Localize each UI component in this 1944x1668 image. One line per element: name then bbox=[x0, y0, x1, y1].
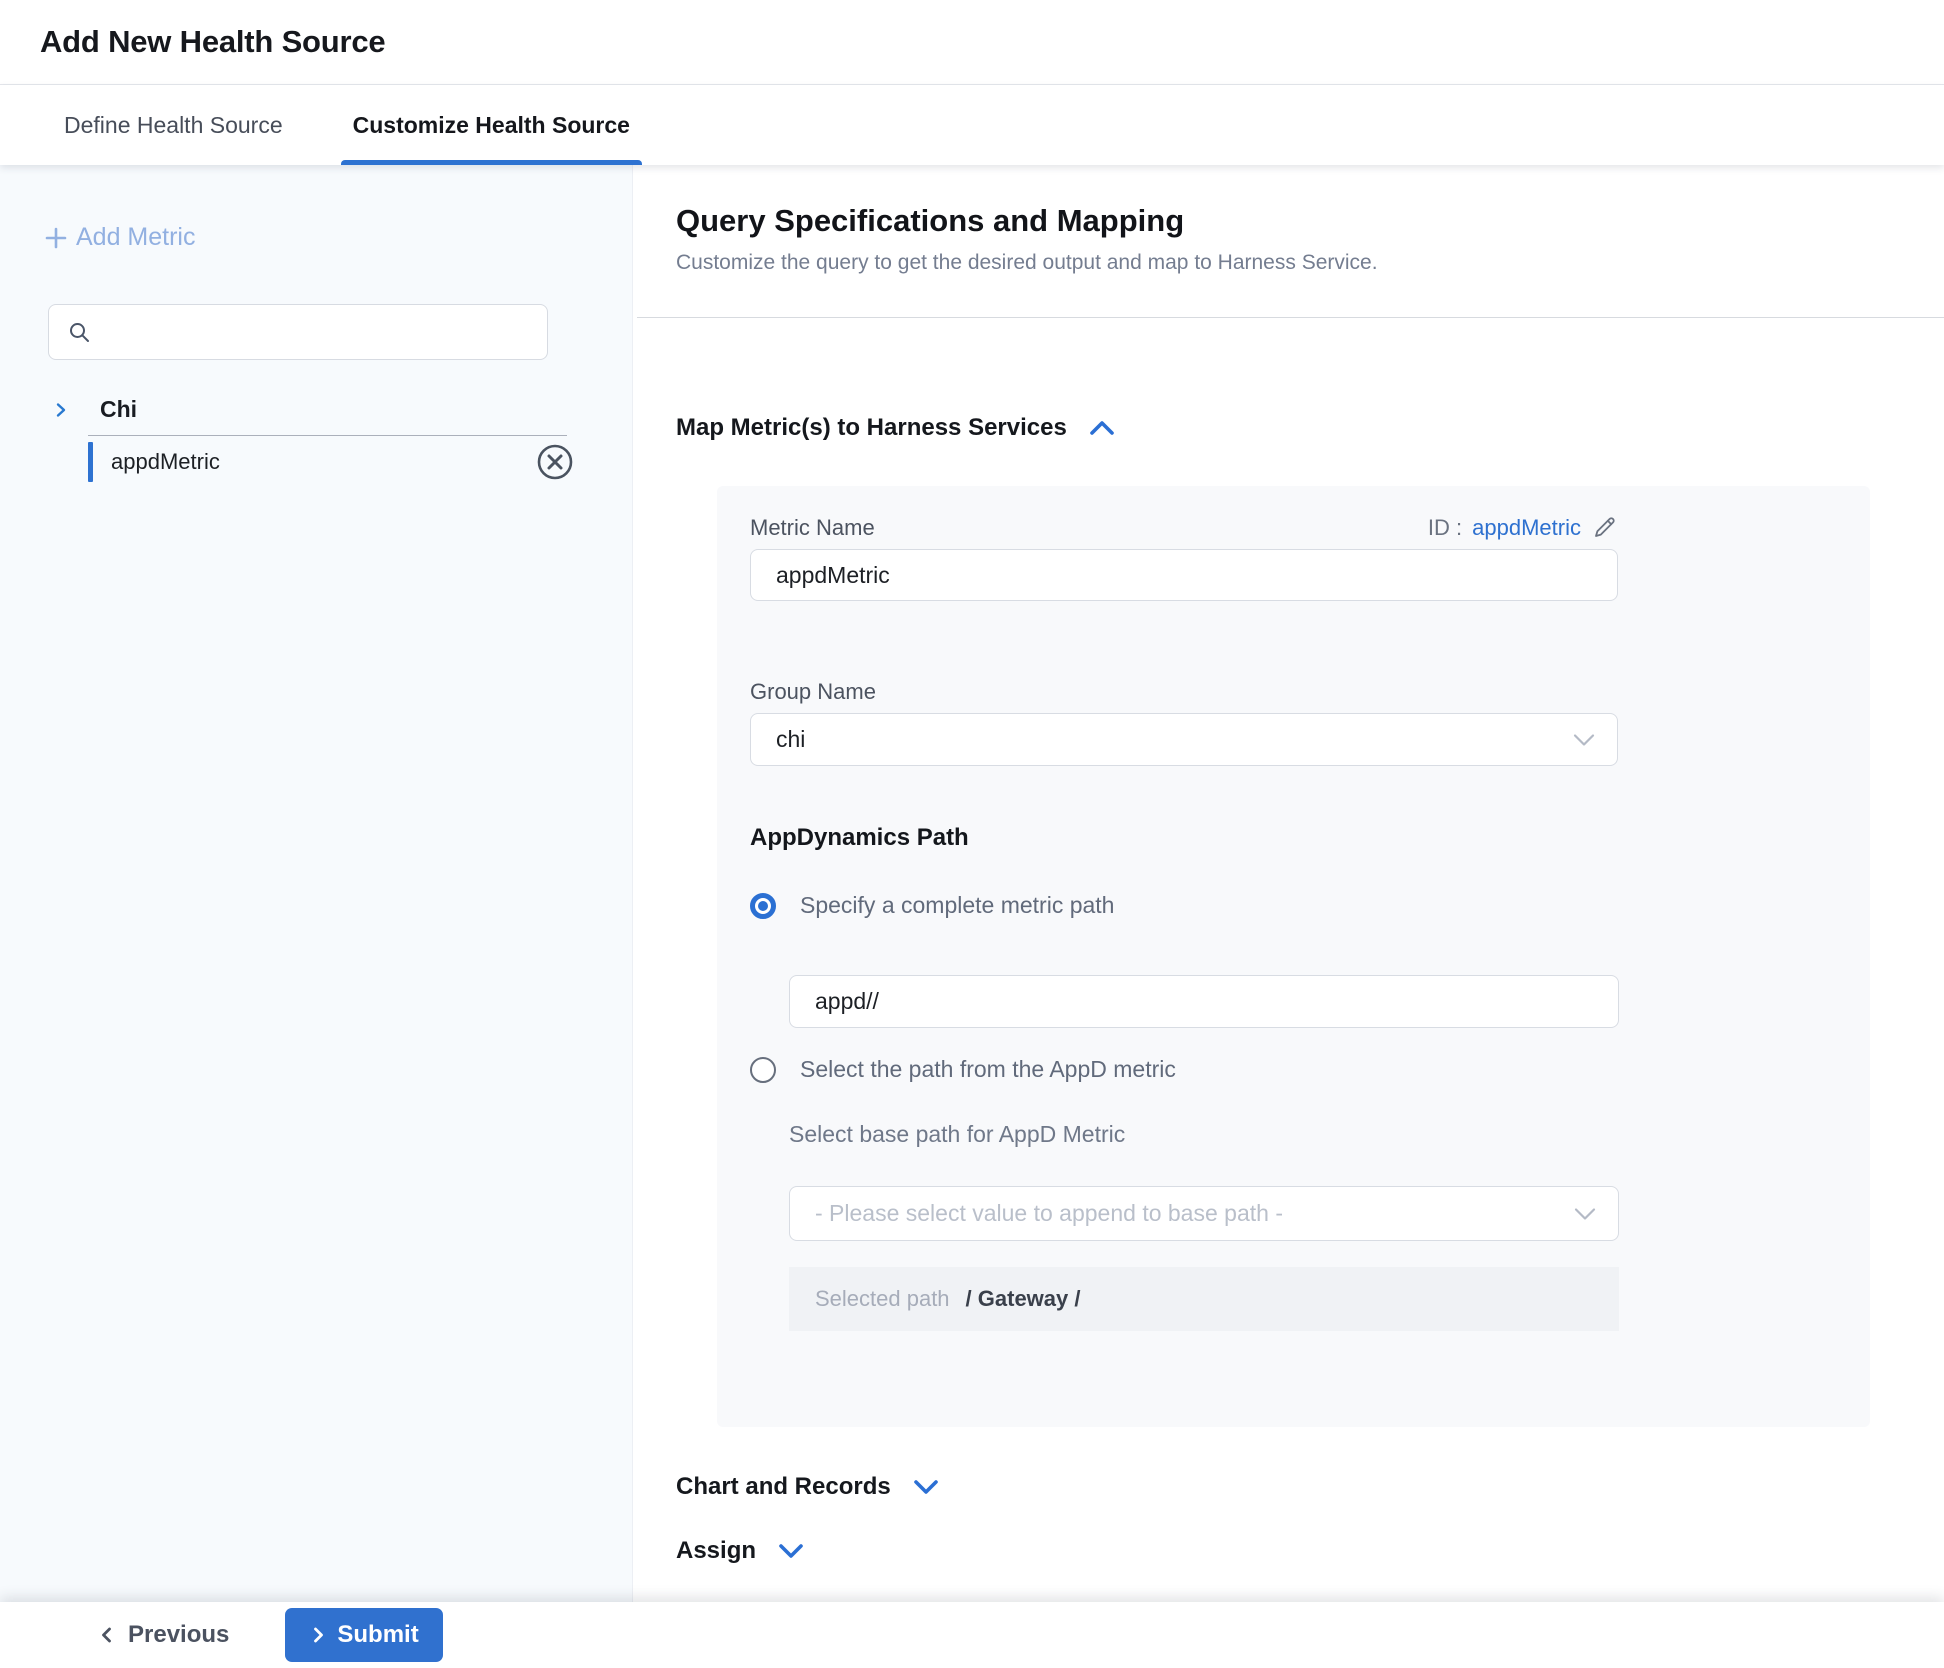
group-divider bbox=[88, 435, 567, 436]
base-path-select[interactable]: - Please select value to append to base … bbox=[789, 1186, 1619, 1241]
tab-define-health-source[interactable]: Define Health Source bbox=[52, 85, 295, 165]
add-metric-label: Add Metric bbox=[76, 223, 195, 252]
map-metrics-section-title: Map Metric(s) to Harness Services bbox=[676, 414, 1067, 442]
assign-section-header[interactable]: Assign bbox=[676, 1537, 1944, 1565]
query-specifications-panel: Query Specifications and Mapping Customi… bbox=[633, 165, 1944, 1602]
appdynamics-path-title: AppDynamics Path bbox=[750, 824, 1870, 852]
metric-id-group: ID : appdMetric bbox=[1428, 514, 1618, 541]
metrics-sidebar: Add Metric Chi appdMetric bbox=[0, 165, 633, 1602]
edit-id-button[interactable] bbox=[1591, 514, 1618, 541]
page-title: Add New Health Source bbox=[40, 24, 385, 60]
submit-button[interactable]: Submit bbox=[285, 1608, 442, 1662]
selected-path-row: Selected path / Gateway / bbox=[789, 1267, 1619, 1331]
radio-unselected-icon[interactable] bbox=[750, 1057, 776, 1083]
group-name-label: Group Name bbox=[750, 679, 1870, 705]
assign-title: Assign bbox=[676, 1537, 756, 1565]
submit-label: Submit bbox=[337, 1621, 418, 1649]
metric-list-item-appdmetric[interactable]: appdMetric bbox=[88, 438, 575, 486]
chevron-right-icon bbox=[309, 1626, 327, 1644]
map-metrics-section-header[interactable]: Map Metric(s) to Harness Services bbox=[676, 414, 1944, 442]
section-divider bbox=[637, 317, 1944, 318]
base-path-label: Select base path for AppD Metric bbox=[789, 1121, 1870, 1148]
active-tab-underline bbox=[341, 160, 642, 165]
add-health-source-dialog: Add New Health Source Define Health Sour… bbox=[0, 0, 1944, 1668]
chart-and-records-section-header[interactable]: Chart and Records bbox=[676, 1473, 1944, 1501]
search-input[interactable] bbox=[103, 318, 531, 346]
remove-metric-button[interactable] bbox=[535, 442, 575, 482]
chevron-down-icon bbox=[1573, 733, 1595, 747]
radio-complete-metric-path[interactable]: Specify a complete metric path bbox=[750, 892, 1870, 919]
tab-bar: Define Health Source Customize Health So… bbox=[0, 85, 1944, 165]
metric-name-input[interactable] bbox=[750, 549, 1618, 601]
metric-id-link[interactable]: appdMetric bbox=[1472, 515, 1581, 541]
metric-search[interactable] bbox=[48, 304, 548, 360]
remove-icon bbox=[535, 442, 575, 482]
dialog-body: Add Metric Chi appdMetric Query Specific… bbox=[0, 165, 1944, 1602]
tab-label: Customize Health Source bbox=[353, 112, 630, 139]
selected-path-value: / Gateway / bbox=[966, 1286, 1081, 1312]
radio-select-path-label: Select the path from the AppD metric bbox=[800, 1056, 1176, 1083]
chevron-up-icon[interactable] bbox=[1089, 420, 1115, 436]
chevron-down-icon[interactable] bbox=[913, 1479, 939, 1495]
selected-path-label: Selected path bbox=[815, 1286, 950, 1312]
sidebar-group-chi[interactable]: Chi bbox=[52, 396, 632, 423]
metric-item-label: appdMetric bbox=[111, 449, 535, 475]
add-metric-button[interactable]: Add Metric bbox=[43, 223, 195, 252]
previous-button[interactable]: Previous bbox=[98, 1621, 229, 1649]
chart-and-records-title: Chart and Records bbox=[676, 1473, 891, 1501]
selected-metric-indicator bbox=[88, 442, 93, 482]
base-path-placeholder: - Please select value to append to base … bbox=[815, 1200, 1283, 1227]
tab-label: Define Health Source bbox=[64, 112, 283, 139]
complete-metric-path-input[interactable] bbox=[789, 975, 1619, 1028]
section-subtitle: Customize the query to get the desired o… bbox=[676, 251, 1944, 275]
search-icon bbox=[67, 320, 91, 344]
chevron-down-icon[interactable] bbox=[778, 1543, 804, 1559]
chevron-down-icon bbox=[1574, 1207, 1596, 1221]
radio-complete-path-label: Specify a complete metric path bbox=[800, 892, 1114, 919]
chevron-right-icon[interactable] bbox=[52, 401, 70, 419]
radio-select-path-from-appd[interactable]: Select the path from the AppD metric bbox=[750, 1056, 1870, 1083]
radio-selected-icon[interactable] bbox=[750, 893, 776, 919]
tab-customize-health-source[interactable]: Customize Health Source bbox=[341, 85, 642, 165]
previous-label: Previous bbox=[128, 1621, 229, 1649]
chevron-left-icon bbox=[98, 1626, 116, 1644]
section-title: Query Specifications and Mapping bbox=[676, 203, 1944, 239]
group-name-value: chi bbox=[776, 726, 805, 753]
dialog-footer: Previous Submit bbox=[0, 1602, 1944, 1668]
edit-icon bbox=[1591, 514, 1618, 541]
plus-icon bbox=[43, 225, 69, 251]
id-label: ID : bbox=[1428, 515, 1462, 541]
group-name-select[interactable]: chi bbox=[750, 713, 1618, 766]
dialog-header: Add New Health Source bbox=[0, 0, 1944, 85]
group-label: Chi bbox=[100, 396, 137, 423]
metric-name-label-row: Metric Name ID : appdMetric bbox=[750, 514, 1618, 541]
metric-name-label: Metric Name bbox=[750, 515, 875, 541]
metric-mapping-panel: Metric Name ID : appdMetric Group Name c… bbox=[717, 486, 1870, 1427]
